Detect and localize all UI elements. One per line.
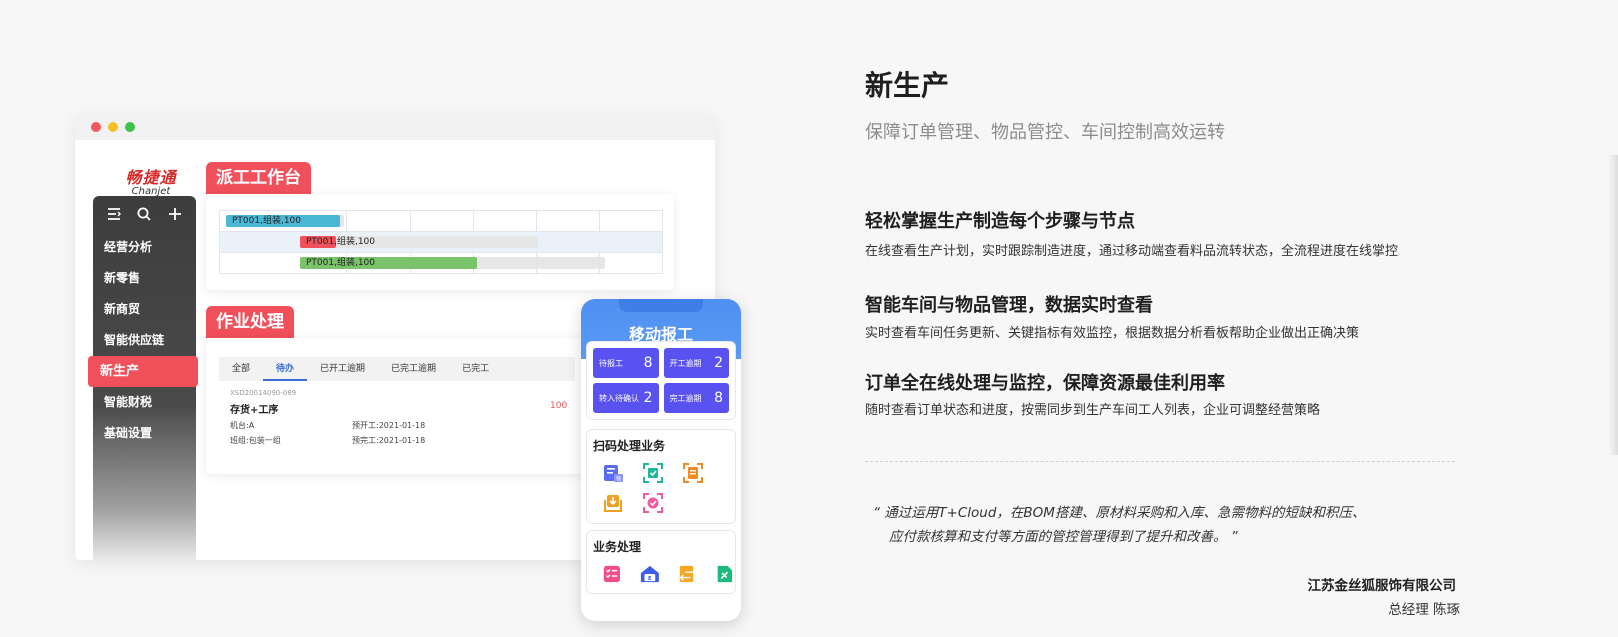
testimonial-quote-line1: “ 通过运用T+Cloud，在BOM搭建、原材料采购和入库、急需物料的短缺和积压… xyxy=(873,505,1366,521)
stat-label: 开工逾期 xyxy=(669,358,702,368)
scan-code-icon[interactable] xyxy=(642,462,664,484)
gantt-chart: PT001,组装,100 PT001,组装,100 PT001,组装,100 xyxy=(219,210,663,274)
tab-start-overdue[interactable]: 已开工逾期 xyxy=(307,357,378,381)
svg-text:领: 领 xyxy=(616,476,621,483)
work-tabs: 全部 待办 已开工逾期 已完工逾期 已完工 xyxy=(219,357,575,381)
stats-panel: 待报工 8 开工逾期 2 转入待确认 2 完工逾期 8 xyxy=(586,341,736,420)
order-machine: 机台:A xyxy=(230,421,255,430)
document-tools-icon[interactable] xyxy=(715,563,735,585)
gantt-row: PT001,组装,100 xyxy=(220,232,662,253)
work-processing-tag: 作业处理 xyxy=(206,306,294,338)
plus-icon[interactable] xyxy=(167,206,183,222)
feature-2-desc: 实时查看车间任务更新、关键指标有效监控，根据数据分析看板帮助企业做出正确决策 xyxy=(865,326,1360,341)
feature-3-title: 订单全在线处理与监控，保障资源最佳利用率 xyxy=(865,373,1225,394)
stat-value: 2 xyxy=(643,390,653,406)
feature-1-desc: 在线查看生产计划，实时跟踪制造进度，通过移动端查看料品流转状态，全流程进度在线掌… xyxy=(865,244,1399,259)
svg-text:E: E xyxy=(648,576,652,582)
sidebar-item-finance-tax[interactable]: 智能财税 xyxy=(93,387,196,418)
sidebar-item-new-retail[interactable]: 新零售 xyxy=(93,263,196,294)
gantt-bar[interactable]: PT001,组装,100 xyxy=(300,257,477,269)
mobile-report-phone-mockup: 移动报工 待报工 8 开工逾期 2 转入待确认 2 完工逾期 8 扫码处理业务 … xyxy=(581,299,741,621)
feature-1-title: 轻松掌握生产制造每个步骤与节点 xyxy=(865,211,1135,232)
feature-3-desc: 随时查看订单状态和进度，按需同步到生产车间工人列表，企业可调整经营策略 xyxy=(865,403,1321,418)
feature-2-title: 智能车间与物品管理，数据实时查看 xyxy=(865,295,1153,316)
testimonial-company: 江苏金丝狐服饰有限公司 xyxy=(1307,578,1457,594)
sidebar-item-supply-chain[interactable]: 智能供应链 xyxy=(93,325,196,356)
sidebar-item-new-trade[interactable]: 新商贸 xyxy=(93,294,196,325)
scan-panel: 扫码处理业务 领 xyxy=(586,429,736,524)
stat-label: 待报工 xyxy=(599,358,623,368)
chanjet-logo: 畅捷通 Chanjet xyxy=(111,164,191,197)
search-icon[interactable] xyxy=(136,206,152,222)
section-subtitle: 保障订单管理、物品管控、车间控制高效运转 xyxy=(865,122,1225,143)
stat-label: 完工逾期 xyxy=(669,393,702,403)
gantt-row: PT001,组装,100 xyxy=(220,253,662,274)
stat-value: 8 xyxy=(643,355,653,371)
biz-panel: 业务处理 E xyxy=(586,530,736,594)
edge-shadow xyxy=(1608,155,1618,455)
testimonial-person: 总经理 陈琢 xyxy=(1388,602,1460,618)
scan-panel-title: 扫码处理业务 xyxy=(593,439,666,453)
order-plan-end: 预完工:2021-01-18 xyxy=(352,436,426,445)
sidebar-toolbar xyxy=(93,196,196,232)
stat-value: 8 xyxy=(714,390,723,406)
tab-finish-overdue[interactable]: 已完工逾期 xyxy=(378,357,449,381)
stat-label: 转入待确认 xyxy=(599,393,639,403)
window-titlebar xyxy=(75,114,715,140)
dispatch-workbench-tag: 派工工作台 xyxy=(206,162,311,194)
requisition-icon[interactable]: 领 xyxy=(602,462,624,484)
tab-finished[interactable]: 已完工 xyxy=(449,357,502,381)
logo-cn-text: 畅捷通 xyxy=(125,168,177,187)
sidebar-item-business-analysis[interactable]: 经营分析 xyxy=(93,232,196,263)
sidebar-menu: 经营分析 新零售 新商贸 智能供应链 新生产 智能财税 基础设置 xyxy=(88,232,198,449)
scan-document-icon[interactable] xyxy=(682,462,704,484)
order-id: XSD20014090-089 xyxy=(230,389,297,397)
order-qty: 100 xyxy=(550,401,568,411)
gantt-bar[interactable]: PT001,组装,100 xyxy=(300,236,375,248)
stat-pending-confirm[interactable]: 转入待确认 2 xyxy=(593,383,659,413)
testimonial-quote-line2: 应付款核算和支付等方面的管控管理得到了提升和改善。 ” xyxy=(889,529,1238,545)
gantt-row: PT001,组装,100 xyxy=(220,211,662,232)
tab-all[interactable]: 全部 xyxy=(219,357,263,381)
stat-start-overdue[interactable]: 开工逾期 2 xyxy=(663,348,729,378)
submit-report-icon[interactable] xyxy=(602,492,624,514)
phone-notch xyxy=(619,299,703,312)
sidebar-item-basic-settings[interactable]: 基础设置 xyxy=(93,418,196,449)
stat-finish-overdue[interactable]: 完工逾期 8 xyxy=(663,383,729,413)
order-plan-start: 预开工:2021-01-18 xyxy=(352,421,426,430)
sidebar-item-new-production[interactable]: 新生产 xyxy=(88,356,198,387)
gantt-bar[interactable]: PT001,组装,100 xyxy=(226,215,340,227)
tab-todo[interactable]: 待办 xyxy=(263,357,308,381)
warehouse-icon[interactable]: E xyxy=(640,563,660,585)
biz-panel-title: 业务处理 xyxy=(593,540,642,554)
sidebar: 经营分析 新零售 新商贸 智能供应链 新生产 智能财税 基础设置 xyxy=(88,196,198,560)
minimize-dot-icon xyxy=(108,122,118,132)
close-dot-icon xyxy=(91,122,101,132)
section-title: 新生产 xyxy=(865,69,950,102)
transfer-icon[interactable] xyxy=(678,563,698,585)
divider xyxy=(865,461,1455,462)
stat-value: 2 xyxy=(714,355,723,371)
stat-pending-report[interactable]: 待报工 8 xyxy=(593,348,659,378)
maximize-dot-icon xyxy=(125,122,135,132)
order-team: 班组:包装一组 xyxy=(230,436,281,445)
order-title[interactable]: 存货+工序 xyxy=(230,401,278,416)
checklist-icon[interactable] xyxy=(602,563,622,585)
scan-confirm-icon[interactable] xyxy=(642,492,664,514)
menu-icon[interactable] xyxy=(106,206,122,222)
